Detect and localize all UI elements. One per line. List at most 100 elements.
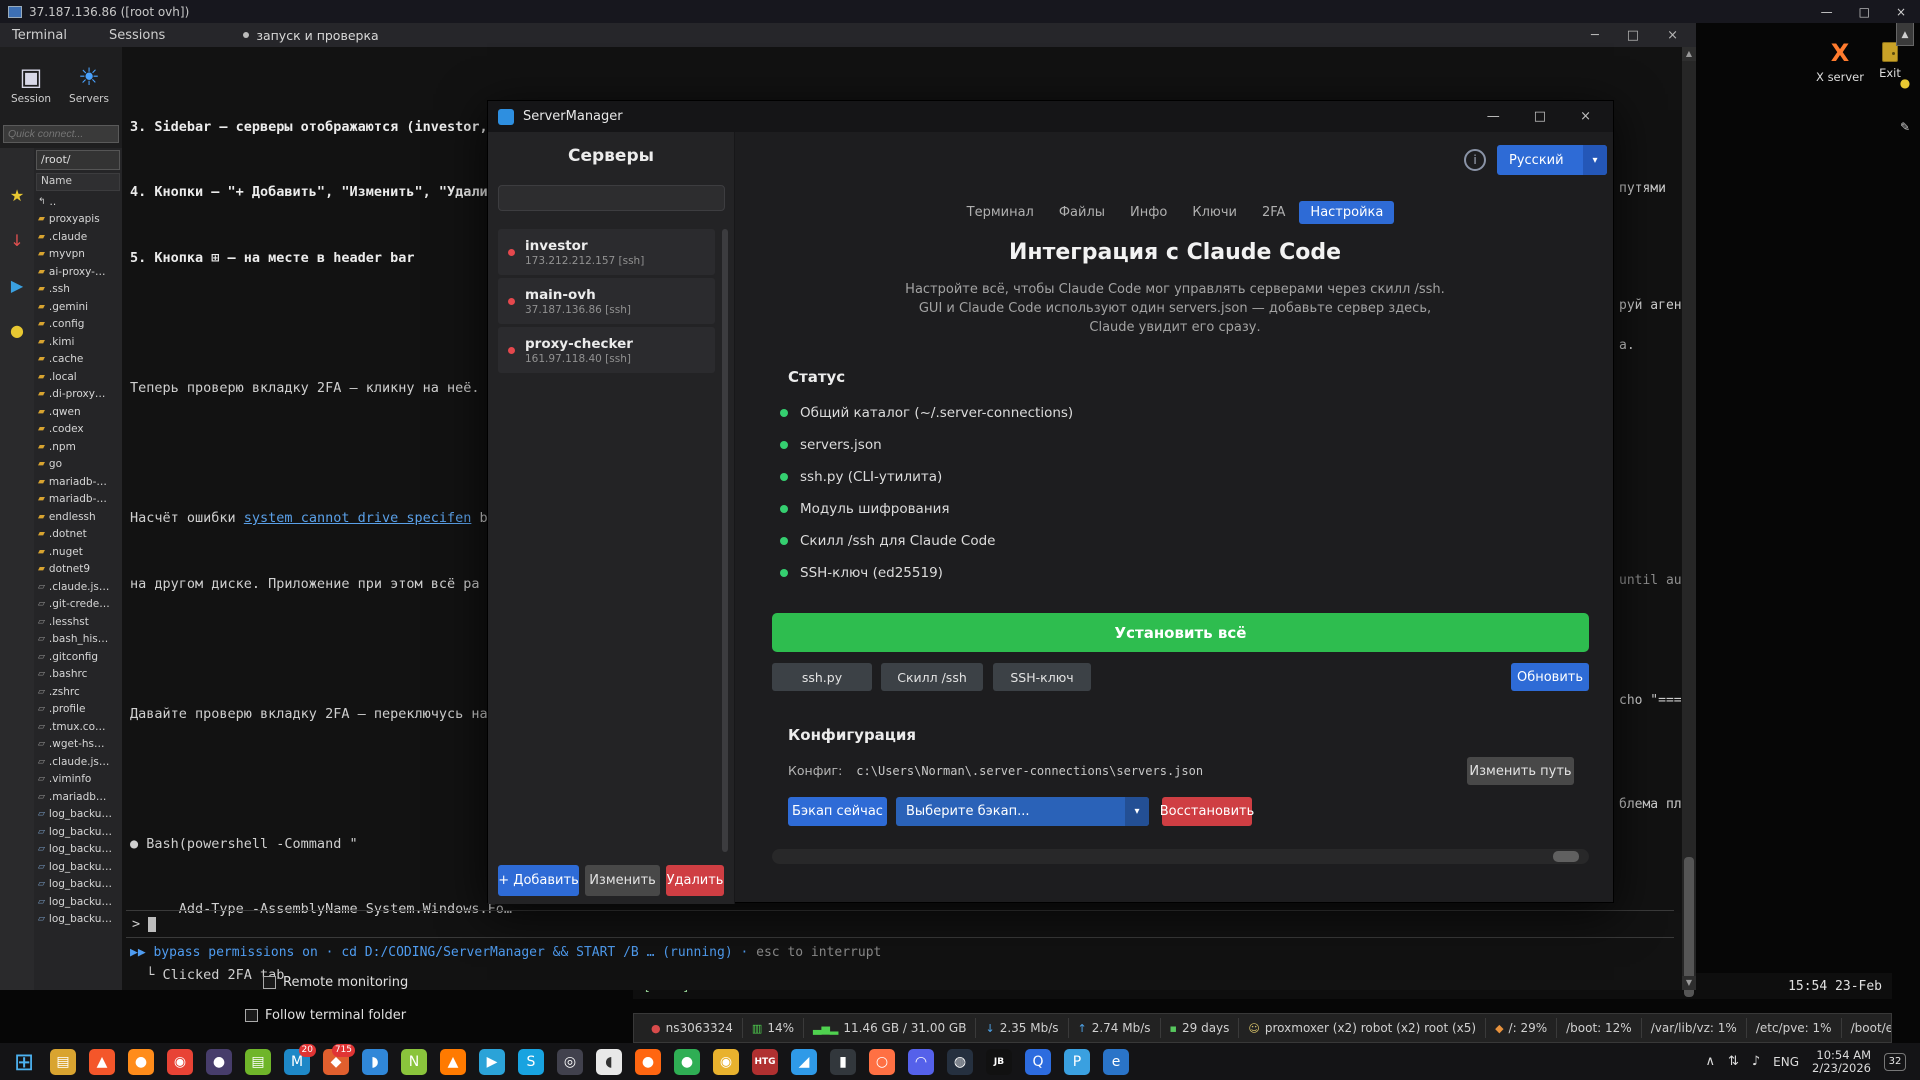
tree-item[interactable]: .mariadb… <box>36 788 122 806</box>
tree-item[interactable]: .claude.js… <box>36 753 122 771</box>
remote-monitoring-checkbox[interactable]: Remote monitoring <box>263 975 408 990</box>
app-orange[interactable]: ◆ 715 <box>320 1046 352 1078</box>
jetbrains[interactable]: JB <box>983 1046 1015 1078</box>
tab[interactable]: Ключи <box>1181 201 1248 224</box>
terminal-scrollbar[interactable]: ▲ ▼ <box>1682 47 1696 990</box>
maximize-icon[interactable]: □ <box>1534 109 1546 124</box>
chrome-canary[interactable]: ◉ <box>710 1046 742 1078</box>
tree-item[interactable]: .lesshst <box>36 613 122 631</box>
servers-button[interactable]: ☀ Servers <box>62 49 116 119</box>
tree-item[interactable]: .git-crede… <box>36 596 122 614</box>
minimize-icon[interactable]: — <box>1487 109 1500 124</box>
tray-ball-icon[interactable]: ● <box>1900 76 1910 90</box>
tree-item[interactable]: .di-proxy… <box>36 386 122 404</box>
scrollbar-thumb[interactable] <box>1553 851 1579 862</box>
maximize-icon[interactable]: □ <box>1859 5 1870 19</box>
postman[interactable]: ○ <box>866 1046 898 1078</box>
macro-ball-icon[interactable]: ● <box>10 321 24 340</box>
terminal-tab-title[interactable]: запуск и проверка <box>256 28 378 43</box>
tree-item[interactable]: log_backu… <box>36 823 122 841</box>
tree-item[interactable]: .npm <box>36 438 122 456</box>
tree-item[interactable]: log_backu… <box>36 858 122 876</box>
tree-item[interactable]: .claude <box>36 228 122 246</box>
firefox[interactable]: ● <box>125 1046 157 1078</box>
backup-now-button[interactable]: Бэкап сейчас <box>788 797 887 826</box>
backup-select[interactable]: Выберите бэкап... ▾ <box>896 797 1149 826</box>
tree-item[interactable]: .qwen <box>36 403 122 421</box>
tree-item[interactable]: mariadb-… <box>36 491 122 509</box>
tab[interactable]: Инфо <box>1119 201 1178 224</box>
obs[interactable]: ◎ <box>554 1046 586 1078</box>
ssh-key-button[interactable]: SSH-ключ <box>993 663 1091 691</box>
name-column-header[interactable]: Name <box>36 173 120 191</box>
tree-item[interactable]: .viminfo <box>36 771 122 789</box>
tree-item[interactable]: .nuget <box>36 543 122 561</box>
brave[interactable]: ▲ <box>86 1046 118 1078</box>
tree-item[interactable]: .bashrc <box>36 666 122 684</box>
quick-connect-input[interactable] <box>3 125 119 143</box>
horizontal-scrollbar[interactable] <box>772 849 1589 864</box>
sshpy-button[interactable]: ssh.py <box>772 663 872 691</box>
vscode[interactable]: ◢ <box>788 1046 820 1078</box>
tree-item[interactable]: .kimi <box>36 333 122 351</box>
tab-maximize-icon[interactable]: □ <box>1627 28 1639 43</box>
tree-item[interactable]: .claude.js… <box>36 578 122 596</box>
github-desktop[interactable]: ◖ <box>593 1046 625 1078</box>
close-icon[interactable]: × <box>1896 5 1906 19</box>
tree-item[interactable]: .bash_his… <box>36 631 122 649</box>
tree-item[interactable]: dotnet9 <box>36 561 122 579</box>
info-icon[interactable]: i <box>1464 149 1486 171</box>
tree-item[interactable]: myvpn <box>36 246 122 264</box>
tree-item[interactable]: .. <box>36 193 122 211</box>
menu-terminal[interactable]: Terminal <box>12 28 67 43</box>
tree-item[interactable]: .gitconfig <box>36 648 122 666</box>
tree-item[interactable]: endlessh <box>36 508 122 526</box>
file-explorer[interactable]: ▤ <box>47 1046 79 1078</box>
mobaxterm[interactable]: M 20 <box>281 1046 313 1078</box>
firefox-dev[interactable]: ● <box>632 1046 664 1078</box>
htg-app[interactable]: HTG <box>749 1046 781 1078</box>
install-all-button[interactable]: Установить всё <box>772 613 1589 652</box>
close-icon[interactable]: × <box>1580 109 1591 124</box>
tree-item[interactable]: .profile <box>36 701 122 719</box>
tree-item[interactable]: .gemini <box>36 298 122 316</box>
server-search-input[interactable] <box>498 185 725 211</box>
tree-item[interactable]: log_backu… <box>36 911 122 929</box>
paint-net[interactable]: P <box>1061 1046 1093 1078</box>
edit-server-button[interactable]: Изменить <box>585 865 660 896</box>
vlc[interactable]: ▲ <box>437 1046 469 1078</box>
taskbar-clock[interactable]: 10:54 AM 2/23/2026 <box>1812 1049 1871 1075</box>
minimize-icon[interactable]: — <box>1821 5 1833 19</box>
tree-item[interactable]: .wget-hs… <box>36 736 122 754</box>
restore-button[interactable]: Восстановить <box>1162 797 1252 826</box>
tree-item[interactable]: .tmux.co… <box>36 718 122 736</box>
start-button[interactable]: ⊞ <box>8 1046 40 1078</box>
tree-item[interactable]: log_backu… <box>36 876 122 894</box>
tree-item[interactable]: .local <box>36 368 122 386</box>
tree-item[interactable]: go <box>36 456 122 474</box>
download-icon[interactable]: ↓ <box>10 231 23 250</box>
scroll-up-icon[interactable]: ▲ <box>1896 22 1914 46</box>
tab-minimize-icon[interactable]: ─ <box>1591 28 1599 43</box>
tab-close-icon[interactable]: × <box>1667 28 1678 43</box>
notification-count[interactable]: 32 <box>1884 1053 1906 1071</box>
edge[interactable]: e <box>1100 1046 1132 1078</box>
quick-access[interactable]: Q <box>1022 1046 1054 1078</box>
server-list-item[interactable]: main-ovh 37.187.136.86 [ssh] <box>498 278 715 324</box>
scroll-down-icon[interactable]: ▼ <box>1682 976 1696 990</box>
tab[interactable]: Настройка <box>1299 201 1394 224</box>
edit-pencil-icon[interactable]: ✎ <box>1900 120 1910 134</box>
server-list-item[interactable]: proxy-checker 161.97.118.40 [ssh] <box>498 327 715 373</box>
ssh-skill-button[interactable]: Скилл /ssh <box>881 663 983 691</box>
server-list-item[interactable]: investor 173.212.212.157 [ssh] <box>498 229 715 275</box>
refresh-button[interactable]: Обновить <box>1511 663 1589 691</box>
server-list-scrollbar[interactable] <box>722 229 728 852</box>
change-path-button[interactable]: Изменить путь <box>1467 757 1574 785</box>
language-select[interactable]: Русский ▾ <box>1497 145 1607 175</box>
menu-sessions[interactable]: Sessions <box>109 28 165 43</box>
tree-item[interactable]: log_backu… <box>36 806 122 824</box>
language-indicator[interactable]: ENG <box>1773 1055 1799 1069</box>
notepad-plus-plus[interactable]: N <box>398 1046 430 1078</box>
tree-item[interactable]: mariadb-… <box>36 473 122 491</box>
favorites-star-icon[interactable]: ★ <box>10 186 24 205</box>
